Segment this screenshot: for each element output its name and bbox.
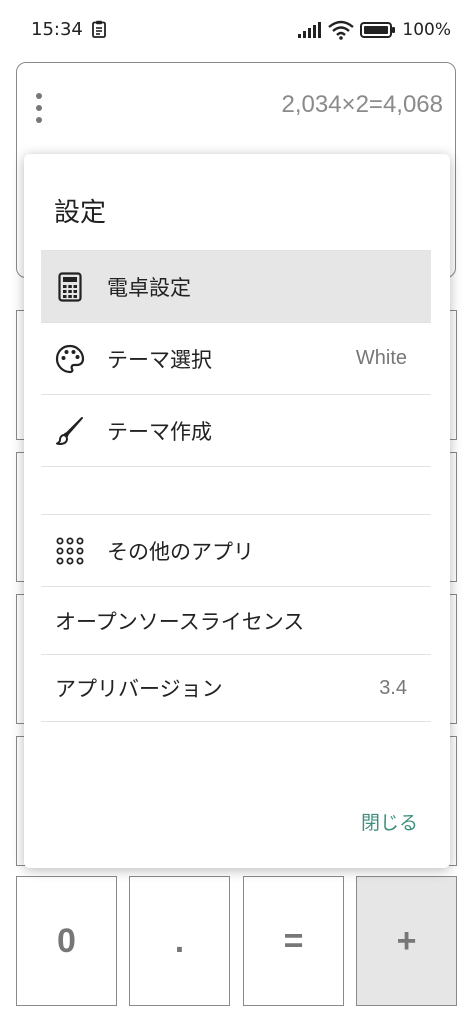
menu-item-label: テーマ選択 xyxy=(107,347,212,372)
menu-item-label: その他のアプリ xyxy=(107,539,254,564)
key-decimal[interactable]: . xyxy=(129,876,230,1006)
menu-item-app-version: アプリバージョン 3.4 xyxy=(41,654,431,722)
app-version-value: 3.4 xyxy=(379,676,407,699)
apps-grid-icon xyxy=(55,536,85,566)
battery-icon xyxy=(360,22,396,38)
section-divider xyxy=(41,466,431,514)
menu-item-open-source-licenses[interactable]: オープンソースライセンス xyxy=(41,586,431,654)
key-equals[interactable]: = xyxy=(243,876,344,1006)
menu-item-label: オープンソースライセンス xyxy=(55,609,305,634)
wifi-icon xyxy=(328,20,355,40)
palette-icon xyxy=(55,344,85,374)
brush-icon xyxy=(55,416,85,446)
key-plus[interactable]: + xyxy=(356,876,457,1006)
settings-dialog: 設定 電卓設定 テーマ選択 White テーマ作成 その他のアプリ オープンソー… xyxy=(24,154,450,868)
theme-value: White xyxy=(355,347,407,369)
menu-item-label: アプリバージョン xyxy=(55,677,223,701)
expression-text: 2,034×2=4,068 xyxy=(281,91,444,118)
menu-item-theme-select[interactable]: テーマ選択 White xyxy=(41,322,431,394)
menu-item-label: テーマ作成 xyxy=(107,419,212,444)
key-zero[interactable]: 0 xyxy=(16,876,117,1006)
keypad-bottom-row: 0 . = + xyxy=(16,876,457,1006)
close-button[interactable]: 閉じる xyxy=(361,808,418,835)
status-bar: 15:34 100% xyxy=(0,0,473,62)
more-options-icon[interactable] xyxy=(35,93,43,127)
signal-icon xyxy=(298,22,322,38)
menu-item-theme-create[interactable]: テーマ作成 xyxy=(41,394,431,466)
menu-item-other-apps[interactable]: その他のアプリ xyxy=(41,514,431,586)
status-time: 15:34 xyxy=(31,19,83,40)
calculator-icon xyxy=(55,271,85,302)
clipboard-icon xyxy=(92,20,106,38)
menu-item-calculator-settings[interactable]: 電卓設定 xyxy=(41,250,431,322)
battery-percent: 100% xyxy=(402,20,451,40)
menu-item-label: 電卓設定 xyxy=(107,275,191,300)
dialog-title: 設定 xyxy=(54,198,107,228)
